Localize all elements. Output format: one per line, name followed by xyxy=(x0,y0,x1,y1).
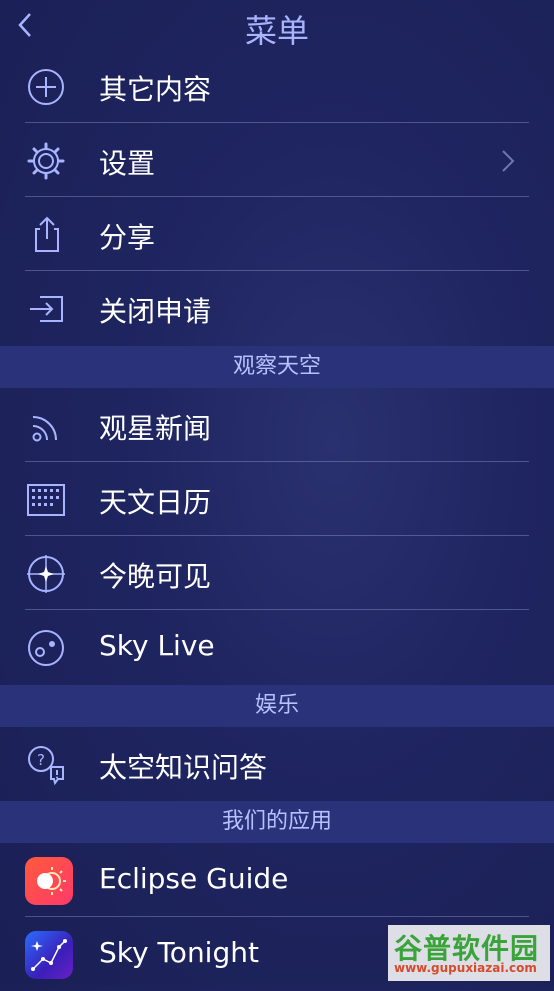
menu-item-other-content[interactable]: 其它内容 xyxy=(0,49,554,123)
planet-icon xyxy=(28,630,64,666)
menu-item-label: 设置 xyxy=(99,147,156,180)
quiz-bubbles-icon: ? xyxy=(28,746,64,785)
sky-tonight-app-icon xyxy=(25,931,73,979)
section-header-our-apps: 我们的应用 xyxy=(0,801,554,843)
menu-item-label: Sky Live xyxy=(99,629,215,662)
chevron-right-icon xyxy=(502,150,515,172)
eclipse-guide-app-icon xyxy=(25,857,73,905)
star-compass-icon xyxy=(27,555,65,593)
menu-item-eclipse-guide[interactable]: Eclipse Guide xyxy=(0,843,554,917)
sign-in-icon xyxy=(30,296,63,322)
section-title: 我们的应用 xyxy=(221,809,332,834)
menu-item-space-quiz[interactable]: ? 太空知识问答 xyxy=(0,727,554,801)
header: 菜单 xyxy=(0,0,554,50)
section-title: 观察天空 xyxy=(232,354,321,379)
menu-item-label: 分享 xyxy=(99,221,156,254)
rss-icon xyxy=(32,416,57,442)
menu-item-label: 天文日历 xyxy=(99,486,212,519)
menu-item-label: Eclipse Guide xyxy=(99,862,289,895)
gear-icon xyxy=(27,142,65,180)
menu-item-settings[interactable]: 设置 xyxy=(0,123,554,197)
section-title: 娱乐 xyxy=(254,693,299,718)
menu-item-label: 观星新闻 xyxy=(99,412,212,445)
menu-item-share[interactable]: 分享 xyxy=(0,197,554,271)
menu-item-label: 今晚可见 xyxy=(99,560,212,593)
section-header-observe-sky: 观察天空 xyxy=(0,346,554,388)
watermark-url: www.gupuxiazai.com xyxy=(394,961,537,975)
menu-item-stargazing-news[interactable]: 观星新闻 xyxy=(0,388,554,462)
menu-item-visible-tonight[interactable]: 今晚可见 xyxy=(0,536,554,610)
menu-item-label: Sky Tonight xyxy=(99,936,259,969)
menu-item-astro-calendar[interactable]: 天文日历 xyxy=(0,462,554,536)
calendar-icon xyxy=(27,484,65,516)
page-title: 菜单 xyxy=(244,12,309,50)
svg-text:?: ? xyxy=(37,751,45,769)
plus-circle-icon xyxy=(28,69,64,105)
section-header-entertainment: 娱乐 xyxy=(0,685,554,727)
menu-item-label: 太空知识问答 xyxy=(99,751,268,784)
menu-item-label: 关闭申请 xyxy=(99,295,212,328)
menu-item-sky-live[interactable]: Sky Live xyxy=(0,610,554,684)
menu-item-close-request[interactable]: 关闭申请 xyxy=(0,271,554,345)
menu-item-label: 其它内容 xyxy=(99,73,212,106)
share-icon xyxy=(35,216,59,252)
watermark: 谷普软件园 www.gupuxiazai.com xyxy=(388,925,550,981)
